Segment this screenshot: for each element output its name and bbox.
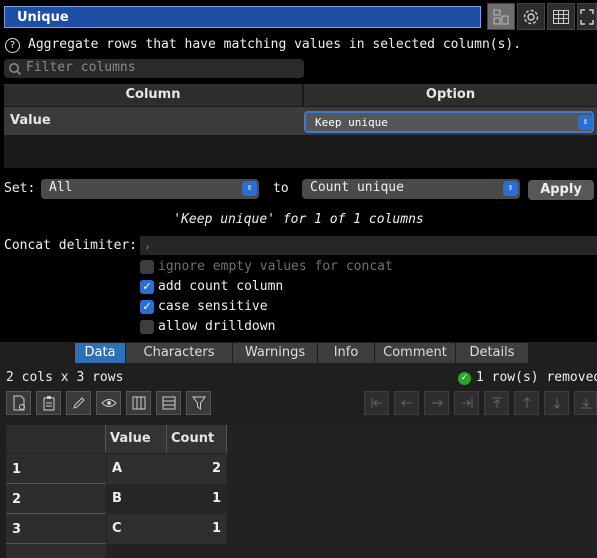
columns-icon xyxy=(132,396,145,410)
prev-column-button[interactable] xyxy=(394,391,419,415)
table-cell-count: 1 xyxy=(167,514,227,544)
arrow-bottom-icon xyxy=(580,398,591,409)
dimensions-text: 2 cols x 3 rows xyxy=(6,370,124,385)
to-select[interactable]: Count unique xyxy=(302,179,520,199)
tab-comment[interactable]: Comment xyxy=(375,343,455,363)
table-cell-value: C xyxy=(107,514,167,544)
table-cell-value: B xyxy=(107,484,167,514)
pencil-icon xyxy=(72,397,85,409)
rows-removed-text: 1 row(s) removed xyxy=(476,370,597,385)
tab-warnings[interactable]: Warnings xyxy=(233,343,317,363)
help-icon[interactable]: ? xyxy=(5,38,20,53)
column-cell-value: Value xyxy=(4,107,302,135)
arrow-last-icon xyxy=(461,398,472,408)
table-row-header-empty xyxy=(6,544,106,558)
arrow-left-icon xyxy=(400,399,412,407)
set-select[interactable]: All xyxy=(41,179,259,199)
tab-data[interactable]: Data xyxy=(75,343,125,363)
chevron-updown-icon: ⇕ xyxy=(242,181,257,196)
table-cell-count: 1 xyxy=(167,484,227,514)
table-row-header: 3 xyxy=(6,514,106,544)
first-row-button[interactable] xyxy=(484,391,509,415)
allow-drilldown-label: allow drilldown xyxy=(158,319,276,334)
view-button[interactable] xyxy=(96,391,121,415)
ignore-empty-checkbox[interactable] xyxy=(140,260,154,274)
expand-icon xyxy=(580,8,594,25)
file-icon xyxy=(13,395,25,411)
filter-placeholder: Filter columns xyxy=(26,60,136,75)
case-sensitive-label: case sensitive xyxy=(158,299,268,314)
settings-button[interactable] xyxy=(517,3,545,30)
dedupe-icon-button[interactable] xyxy=(487,3,515,30)
to-select-value: Count unique xyxy=(310,180,404,195)
table-cell-count: 2 xyxy=(167,454,227,484)
rows-icon xyxy=(162,396,175,410)
tab-info[interactable]: Info xyxy=(318,343,374,363)
table-view-button[interactable] xyxy=(547,3,575,30)
add-count-column-label: add count column xyxy=(158,279,284,294)
set-label: Set: xyxy=(4,181,36,196)
clipboard-button[interactable] xyxy=(36,391,61,415)
columns-button[interactable] xyxy=(126,391,151,415)
table-cell-value: A xyxy=(107,454,167,484)
grid-corner xyxy=(6,425,106,453)
dedupe-icon xyxy=(493,9,509,24)
to-label: to xyxy=(273,181,289,196)
table-icon xyxy=(553,9,569,24)
option-select[interactable]: Keep unique xyxy=(304,111,594,133)
arrow-right-icon xyxy=(431,399,443,407)
grid-header-count[interactable]: Count xyxy=(167,425,227,453)
option-header: Option xyxy=(304,84,597,106)
table-row-header: 2 xyxy=(6,484,106,514)
add-count-column-checkbox[interactable]: ✓ xyxy=(140,280,154,294)
gear-icon xyxy=(523,9,539,24)
prev-row-button[interactable] xyxy=(514,391,539,415)
grid-header-value[interactable]: Value xyxy=(106,425,167,453)
last-column-button[interactable] xyxy=(454,391,479,415)
next-row-button[interactable] xyxy=(544,391,569,415)
transform-name-input[interactable]: Unique xyxy=(4,6,481,28)
description-text: Aggregate rows that have matching values… xyxy=(28,37,522,52)
first-column-button[interactable] xyxy=(364,391,389,415)
concat-delimiter-input[interactable]: , xyxy=(140,236,597,255)
summary-text: 'Keep unique' for 1 of 1 columns xyxy=(173,212,424,227)
clipboard-icon xyxy=(43,396,54,411)
tab-characters[interactable]: Characters xyxy=(126,343,232,363)
filter-icon xyxy=(191,396,206,410)
expand-button[interactable] xyxy=(577,3,597,30)
chevron-updown-icon: ⇕ xyxy=(503,181,518,196)
chevron-updown-icon: ⇕ xyxy=(578,115,593,130)
search-icon xyxy=(9,63,22,76)
last-row-button[interactable] xyxy=(574,391,597,415)
case-sensitive-checkbox[interactable]: ✓ xyxy=(140,300,154,314)
set-select-value: All xyxy=(49,180,73,195)
arrow-down-icon xyxy=(553,398,560,409)
arrow-up-icon xyxy=(523,397,530,408)
column-header: Column xyxy=(4,84,302,106)
next-column-button[interactable] xyxy=(424,391,449,415)
tab-details[interactable]: Details xyxy=(456,343,528,363)
edit-button[interactable] xyxy=(66,391,91,415)
allow-drilldown-checkbox[interactable] xyxy=(140,320,154,334)
table-row-header: 1 xyxy=(6,454,106,484)
new-file-button[interactable] xyxy=(6,391,31,415)
apply-button[interactable]: Apply xyxy=(528,180,594,200)
check-circle-icon: ✓ xyxy=(458,372,471,385)
eye-icon xyxy=(100,399,117,407)
ignore-empty-label: ignore empty values for concat xyxy=(158,259,393,274)
rows-button[interactable] xyxy=(156,391,181,415)
arrow-first-icon xyxy=(371,398,382,408)
arrow-top-icon xyxy=(491,397,502,408)
concat-delimiter-label: Concat delimiter: xyxy=(4,238,138,253)
option-select-value: Keep unique xyxy=(315,116,388,129)
filter-button[interactable] xyxy=(186,391,211,415)
